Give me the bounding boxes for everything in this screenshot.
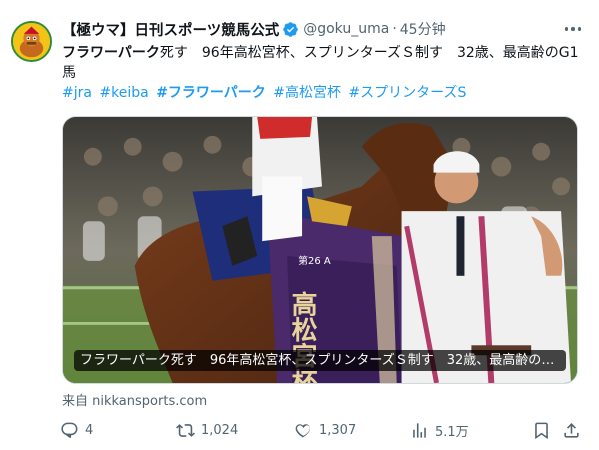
bookmark-button[interactable]	[532, 418, 557, 442]
hashtag-row: #jra #keiba #フラワーパーク #高松宮杯 #スプリンターズS	[62, 84, 582, 102]
like-count: 1,307	[319, 422, 357, 438]
post-time[interactable]: 45分钟	[400, 19, 446, 39]
views-count: 5.1万	[435, 424, 469, 440]
bookmark-icon	[535, 422, 548, 439]
more-icon[interactable]	[563, 22, 583, 36]
reply-icon	[61, 422, 78, 438]
views-button[interactable]: 5.1万	[410, 418, 469, 442]
card-caption: フラワーパーク死す 96年高松宮杯、スプリンターズＳ制す 32歳、最高齢のG1馬	[74, 350, 566, 371]
verified-badge-icon	[283, 21, 298, 37]
link-source[interactable]: 来自 nikkansports.com	[62, 390, 207, 409]
like-icon	[295, 423, 311, 438]
tweet-text-bold: フラワーパーク	[62, 45, 160, 61]
share-button[interactable]	[562, 418, 587, 442]
share-icon	[564, 422, 579, 438]
reply-button[interactable]: 4	[60, 418, 93, 442]
action-bar: 4 1,024 1,307 5.1万	[58, 418, 588, 442]
hashtag-keiba[interactable]: #keiba	[99, 85, 148, 101]
separator-dot: ·	[392, 21, 397, 37]
hashtag-takamatsunomiya[interactable]: #高松宮杯	[273, 85, 341, 101]
author-handle[interactable]: @goku_uma	[303, 21, 389, 37]
repost-button[interactable]: 1,024	[176, 418, 238, 442]
reply-count: 4	[85, 422, 94, 438]
hashtag-sprinters[interactable]: #スプリンターズS	[348, 85, 466, 101]
hashtag-jra[interactable]: #jra	[62, 85, 92, 101]
author-name[interactable]: 【極ウマ】日刊スポーツ競馬公式	[62, 19, 279, 40]
avatar[interactable]	[11, 21, 52, 62]
tweet-header: 【極ウマ】日刊スポーツ競馬公式 @goku_uma · 45分钟	[62, 17, 559, 41]
views-icon	[413, 422, 426, 438]
like-button[interactable]: 1,307	[294, 418, 356, 442]
link-card-image[interactable]: 第26 A 高松宮杯 フラワーパーク死す 96年高松宮杯、スプリンターズＳ制す …	[62, 116, 578, 384]
repost-count: 1,024	[201, 422, 239, 438]
number-cloth-text: 第26 A	[298, 254, 331, 267]
tweet: 【極ウマ】日刊スポーツ競馬公式 @goku_uma · 45分钟 フラワーパーク…	[0, 0, 599, 450]
repost-icon	[176, 423, 195, 437]
hashtag-flowerpark[interactable]: #フラワーパーク	[156, 85, 266, 101]
race-horse-photo: 第26 A 高松宮杯	[63, 117, 577, 383]
tweet-text: フラワーパーク死す 96年高松宮杯、スプリンターズＳ制す 32歳、最高齢のG1馬	[62, 43, 582, 83]
